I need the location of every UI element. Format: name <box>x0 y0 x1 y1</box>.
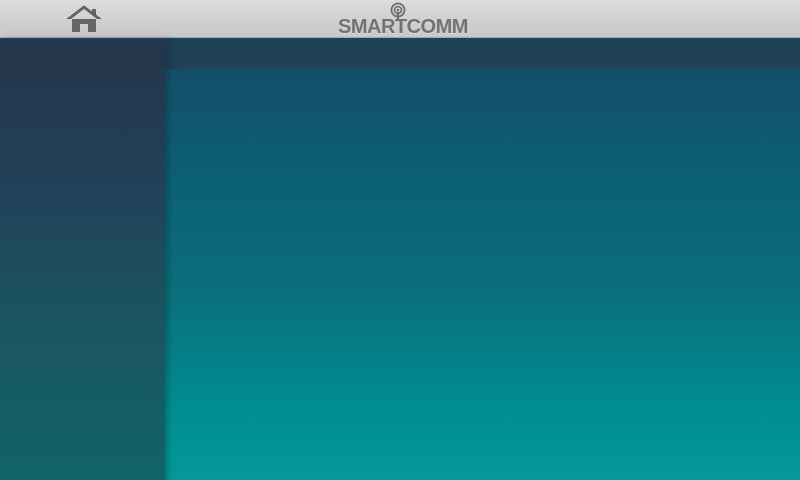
app-root: SMARTCOMM <box>0 0 800 480</box>
home-icon <box>66 5 102 32</box>
sidebar-header <box>0 39 165 69</box>
main-content-area <box>165 69 800 480</box>
sidebar-panel <box>0 39 165 480</box>
brand-name: SMARTCOMM <box>338 16 468 38</box>
top-navigation-bar: SMARTCOMM <box>0 0 800 38</box>
brand-logo: SMARTCOMM <box>338 2 468 38</box>
home-button[interactable] <box>64 4 104 35</box>
